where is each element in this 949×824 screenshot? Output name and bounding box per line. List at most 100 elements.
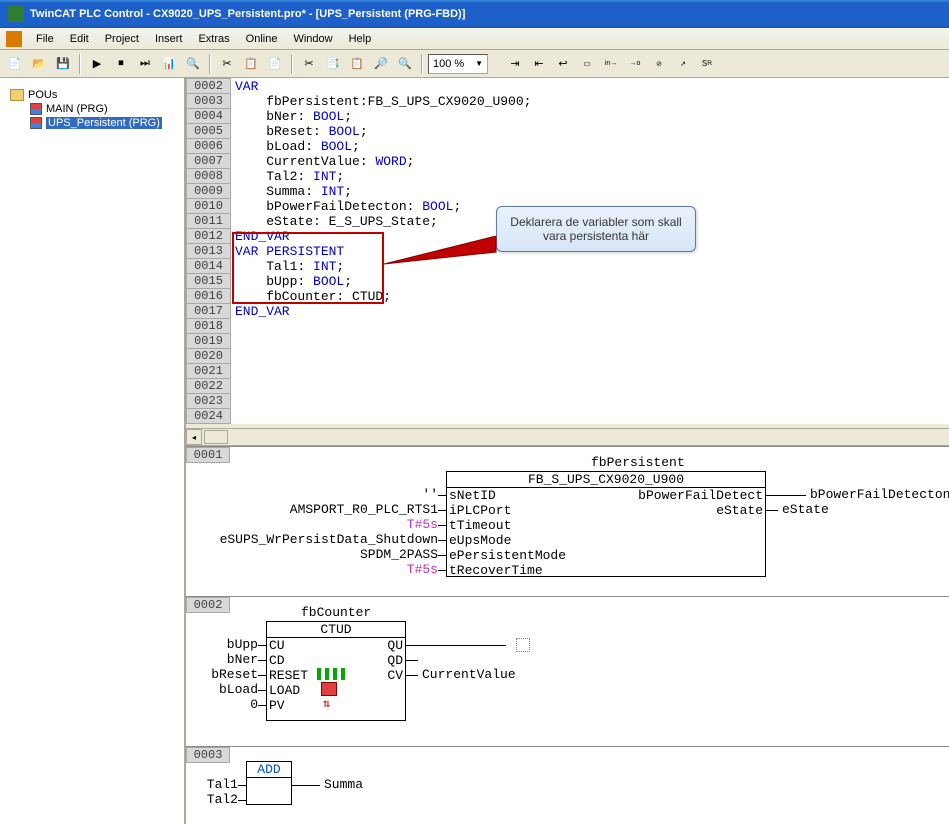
tree-root-pous[interactable]: POUs (8, 88, 184, 102)
code-text: bReset: (235, 124, 329, 139)
menu-file[interactable]: File (28, 31, 62, 47)
box-button[interactable]: ▭ (576, 53, 598, 75)
line-number: 0018 (187, 319, 231, 334)
code-text: eState: E_S_UPS_State; (235, 214, 438, 229)
find-button[interactable]: 🔎 (370, 53, 392, 75)
fb-type: CTUD (267, 622, 405, 638)
toolbar-separator (209, 54, 211, 74)
copy2-button[interactable]: 📑 (322, 53, 344, 75)
code-text: bPowerFailDetecton: (235, 199, 422, 214)
paste2-button[interactable]: 📋 (346, 53, 368, 75)
line-number: 0004 (187, 109, 231, 124)
wire-var: CurrentValue (422, 667, 516, 682)
zoom-value: 100 % (433, 58, 464, 70)
code-text: ; (407, 154, 415, 169)
tree-item-ups-persistent[interactable]: UPS_Persistent (PRG) (28, 116, 184, 130)
return-button[interactable]: ↩ (552, 53, 574, 75)
find-next-button[interactable]: 🔍 (394, 53, 416, 75)
code-text: Tal2: (235, 169, 313, 184)
pou-icon (30, 117, 42, 129)
menu-window[interactable]: Window (285, 31, 340, 47)
open-file-button[interactable]: 📂 (28, 53, 50, 75)
new-file-button[interactable]: 📄 (4, 53, 26, 75)
code-keyword: END_VAR (235, 304, 290, 319)
cut2-button[interactable]: ✂ (298, 53, 320, 75)
fb-block-counter[interactable]: CTUD CU QU CD QD RESET CV LOAD PV (266, 621, 406, 721)
wire-var: Summa (324, 777, 363, 792)
trace-button[interactable]: 📊 (158, 53, 180, 75)
output-button[interactable]: →o (624, 53, 646, 75)
monitor-button[interactable]: 🔍 (182, 53, 204, 75)
declaration-pane[interactable]: 0002VAR 0003 fbPersistent:FB_S_UPS_CX902… (186, 78, 949, 428)
line-number: 0024 (187, 409, 231, 424)
wire-var: 0 (186, 697, 258, 712)
callout-line1: Deklarera de variabler som skall (509, 215, 683, 229)
fbd-pane[interactable]: 0001 fbPersistent FB_S_UPS_CX9020_U900 s… (186, 446, 949, 824)
toolbar-separator (291, 54, 293, 74)
editor-area: 0002VAR 0003 fbPersistent:FB_S_UPS_CX902… (186, 78, 949, 824)
horizontal-scrollbar[interactable]: ◂ (186, 428, 949, 446)
line-number: 0016 (187, 289, 231, 304)
network-3[interactable]: 0003 ADD Tal1 Tal2 Summa (186, 746, 949, 824)
cut-button[interactable]: ✂ (216, 53, 238, 75)
toolbar: 📄 📂 💾 ▶ ⏹ ⏭ 📊 🔍 ✂ 📋 📄 ✂ 📑 📋 🔎 🔍 100 % ▼ … (0, 50, 949, 78)
code-keyword: BOOL (329, 124, 360, 139)
line-number: 0012 (187, 229, 231, 244)
scroll-left-arrow-icon[interactable]: ◂ (186, 429, 202, 445)
menu-online[interactable]: Online (238, 31, 286, 47)
port-label: CU (269, 638, 285, 653)
menu-insert[interactable]: Insert (147, 31, 191, 47)
line-number: 0025 (187, 424, 231, 429)
port-label: iPLCPort (449, 503, 511, 518)
code-text: ; (336, 169, 344, 184)
code-text: ; (336, 259, 344, 274)
wire-var: T#5s (186, 562, 438, 577)
save-button[interactable]: 💾 (52, 53, 74, 75)
code-keyword: VAR PERSISTENT (235, 244, 344, 259)
negate-button[interactable]: ⊘ (648, 53, 670, 75)
code-text: fbPersistent:FB_S_UPS_CX9020_U900; (235, 94, 531, 109)
wire-var: AMSPORT_R0_PLC_RTS1 (186, 502, 438, 517)
input-button[interactable]: in→ (600, 53, 622, 75)
stop-button[interactable]: ⏹ (110, 53, 132, 75)
menu-help[interactable]: Help (341, 31, 380, 47)
paste-button[interactable]: 📄 (264, 53, 286, 75)
code-table: 0002VAR 0003 fbPersistent:FB_S_UPS_CX902… (186, 78, 532, 428)
tree-item-main[interactable]: MAIN (PRG) (28, 102, 184, 116)
pou-icon (30, 103, 42, 115)
run-button[interactable]: ▶ (86, 53, 108, 75)
document-icon (6, 31, 22, 47)
zoom-combobox[interactable]: 100 % ▼ (428, 54, 488, 74)
port-label: tRecoverTime (449, 563, 543, 578)
empty-output-box (516, 638, 530, 652)
menu-extras[interactable]: Extras (190, 31, 237, 47)
wire-var: bLoad (186, 682, 258, 697)
jump-button[interactable]: ⇤ (528, 53, 550, 75)
code-text: Tal1: (235, 259, 313, 274)
project-tree-pane: POUs MAIN (PRG) UPS_Persistent (PRG) (0, 78, 186, 824)
line-number: 0020 (187, 349, 231, 364)
line-number: 0014 (187, 259, 231, 274)
window-title: TwinCAT PLC Control - CX9020_UPS_Persist… (30, 8, 465, 20)
copy-button[interactable]: 📋 (240, 53, 262, 75)
fb-block-add[interactable]: ADD (246, 761, 292, 805)
titlebar: TwinCAT PLC Control - CX9020_UPS_Persist… (0, 0, 949, 28)
scroll-thumb[interactable] (204, 430, 228, 444)
menu-edit[interactable]: Edit (62, 31, 97, 47)
step-button[interactable]: ⏭ (134, 53, 156, 75)
port-label: QU (387, 638, 403, 653)
wire-var: eSUPS_WrPersistData_Shutdown (186, 532, 438, 547)
fb-block-persistent[interactable]: FB_S_UPS_CX9020_U900 sNetID bPowerFailDe… (446, 471, 766, 577)
set-reset-button[interactable]: SR (696, 53, 718, 75)
line-number: 0019 (187, 334, 231, 349)
line-number: 0023 (187, 394, 231, 409)
assign-button[interactable]: ⇥ (504, 53, 526, 75)
code-text: ; (360, 124, 368, 139)
network-1[interactable]: 0001 fbPersistent FB_S_UPS_CX9020_U900 s… (186, 446, 949, 596)
edge-button[interactable]: ↗ (672, 53, 694, 75)
line-number: 0009 (187, 184, 231, 199)
menu-project[interactable]: Project (97, 31, 147, 47)
code-text: ; (344, 184, 352, 199)
line-number: 0015 (187, 274, 231, 289)
network-2[interactable]: 0002 fbCounter CTUD CU QU CD QD RESET CV… (186, 596, 949, 746)
